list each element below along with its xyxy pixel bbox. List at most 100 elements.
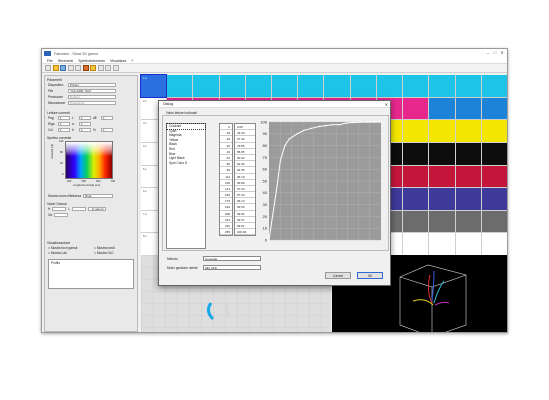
x-value-cell[interactable]: 255	[220, 229, 232, 236]
color-patch[interactable]	[455, 120, 481, 142]
colorant-list[interactable]: Colorant Cyan Magenta Yellow Black Red Blue Lig…	[166, 123, 206, 249]
dialog-title: Dialog	[159, 101, 390, 108]
file-label: File	[48, 89, 54, 93]
misurazione-field[interactable]: Predefinito	[68, 101, 116, 105]
metodo-label: Metodo	[167, 257, 178, 261]
check-fuori-gamut[interactable]: □ Mostra fuori gamut	[48, 246, 92, 250]
color-patch[interactable]	[403, 210, 429, 233]
color-patch[interactable]	[481, 120, 507, 142]
modo-select[interactable]: MD_DHL	[203, 265, 261, 270]
color-patch[interactable]	[167, 75, 193, 97]
save-icon[interactable]	[60, 65, 66, 71]
valori-field[interactable]	[54, 213, 69, 217]
color-patch[interactable]	[429, 165, 455, 188]
check-lab[interactable]: □ Mostra Lab	[48, 251, 92, 255]
spettro-ytick: 0	[62, 173, 64, 176]
color-patch[interactable]	[272, 75, 298, 97]
cancel-button[interactable]: Cancel	[325, 272, 351, 279]
color-patch[interactable]	[481, 165, 507, 188]
y-value-cell[interactable]: 100.00	[235, 229, 255, 236]
filter-icon[interactable]	[90, 65, 96, 71]
lettura-value: 1	[79, 122, 91, 126]
color-patch[interactable]	[481, 233, 507, 255]
color-patch[interactable]	[481, 97, 507, 120]
colorant-item[interactable]: Spot Color 8	[167, 161, 205, 166]
color-patch[interactable]	[403, 142, 429, 165]
color-patch[interactable]	[455, 188, 481, 210]
check-hlc[interactable]: □ Mostra HLC	[94, 251, 114, 255]
color-patch[interactable]	[350, 75, 376, 97]
color-patch[interactable]	[403, 188, 429, 210]
dialog-close-icon[interactable]: ✕	[385, 101, 388, 108]
color-patch[interactable]	[455, 233, 481, 255]
y-tick-label: 60	[263, 167, 268, 172]
help-icon[interactable]	[112, 65, 119, 71]
file-field[interactable]: "Cd+1000_Test"	[68, 89, 116, 93]
color-patch[interactable]	[429, 97, 455, 120]
menu-strumenti[interactable]: Strumenti	[58, 59, 73, 63]
precisione-field[interactable]: Default	[68, 95, 116, 99]
minimize-icon[interactable]: –	[485, 50, 491, 56]
y-values-column[interactable]: 0.00 44.90 67.42 79.86 85.65 90.02 92.96 94.55 9…	[234, 123, 256, 237]
color-patch[interactable]	[455, 75, 481, 97]
color-patch[interactable]	[429, 75, 455, 97]
color-patch[interactable]	[481, 188, 507, 210]
close-icon[interactable]: ✕	[499, 50, 505, 56]
color-patch[interactable]	[245, 75, 272, 97]
color-patch[interactable]: 1-1	[139, 74, 168, 98]
mostra-curva-select[interactable]: Riga	[83, 194, 114, 198]
menu-help[interactable]: ?	[131, 59, 133, 63]
color-patch[interactable]	[429, 210, 455, 233]
dispositivo-field[interactable]: Printer	[68, 83, 116, 87]
color-patch[interactable]	[298, 75, 324, 97]
color-patch[interactable]	[403, 233, 429, 255]
color-patch[interactable]	[429, 120, 455, 142]
color-patch[interactable]	[403, 165, 429, 188]
color-patch[interactable]	[219, 75, 245, 97]
data-point	[338, 124, 340, 126]
data-point	[352, 121, 355, 124]
lettura-label: a	[72, 122, 74, 126]
color-patch[interactable]	[455, 97, 481, 120]
color-patch[interactable]	[324, 75, 350, 97]
data-point	[288, 138, 290, 140]
menu-file[interactable]: File	[47, 59, 53, 63]
row-label: 3-1	[143, 122, 147, 126]
print-icon[interactable]	[67, 65, 74, 71]
color-patch[interactable]	[403, 75, 429, 97]
menu-spettrofotometro[interactable]: Spettrofotometro	[78, 59, 105, 63]
in-gamut-button[interactable]: In gamut	[88, 207, 107, 211]
x-values-column[interactable]: 0 18 26 36 46 64 80 96 114 128 144 160 176 192 208 224 2…	[219, 123, 233, 237]
gamut-icon[interactable]	[105, 65, 111, 71]
open-icon[interactable]	[52, 65, 59, 71]
spectrum-plot	[65, 141, 113, 179]
color-patch[interactable]	[429, 233, 455, 255]
color-patch[interactable]	[429, 142, 455, 165]
color-patch[interactable]	[481, 75, 507, 97]
color-patch[interactable]	[376, 75, 403, 97]
color-patch[interactable]	[429, 188, 455, 210]
valori-field[interactable]	[72, 207, 87, 211]
check-bordi[interactable]: □ Mostra bordi	[94, 246, 115, 250]
ok-button[interactable]: OK	[357, 272, 383, 279]
menu-visualizza[interactable]: Visualizza	[110, 59, 126, 63]
instrument-icon[interactable]	[82, 65, 89, 71]
lettura-label: Riga	[48, 122, 55, 126]
valori-field[interactable]	[52, 207, 67, 211]
color-patch[interactable]	[455, 210, 481, 233]
data-point	[296, 133, 298, 135]
measure-icon[interactable]	[75, 65, 81, 71]
color-patch[interactable]	[455, 165, 481, 188]
new-icon[interactable]	[45, 65, 51, 71]
color-patch[interactable]	[193, 75, 219, 97]
color-patch[interactable]	[403, 120, 429, 142]
row-label: 7-1	[143, 212, 147, 216]
metodo-select[interactable]: Generale	[203, 256, 261, 261]
color-patch[interactable]	[481, 142, 507, 165]
settings-icon[interactable]	[97, 65, 104, 71]
color-patch[interactable]	[403, 97, 429, 120]
left-panel: Parametri Dispositivo Printer File "Cd+1…	[44, 75, 138, 332]
color-patch[interactable]	[481, 210, 507, 233]
maximize-icon[interactable]: □	[492, 50, 498, 56]
color-patch[interactable]	[455, 142, 481, 165]
